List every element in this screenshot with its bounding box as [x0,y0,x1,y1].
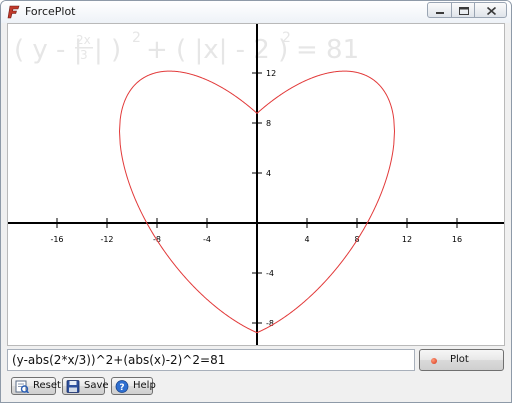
formula-equals-part: = 81 [296,35,359,65]
expression-input[interactable] [7,349,415,371]
x-tick-label: -12 [100,235,113,244]
help-button-label: Help [133,380,156,391]
formula-watermark: ( y - | 2x 3 | ) 2 + ( |x| - 2 ) 2 = 81 [14,30,359,65]
forceplot-app-icon [7,5,20,19]
plot-canvas[interactable]: ( y - | 2x 3 | ) 2 + ( |x| - 2 ) 2 = 81 … [7,23,505,346]
formula-square-1: 2 [132,30,141,46]
x-tick-label: -4 [203,235,211,244]
save-button[interactable]: Save [62,377,109,395]
y-tick-label: -4 [266,269,274,278]
maximize-button[interactable] [451,2,475,18]
y-tick-label: 8 [266,119,271,128]
plot-button[interactable]: Plot [419,349,504,371]
x-tick-label: 4 [304,235,309,244]
title-bar[interactable]: ForcePlot [1,1,511,23]
reset-icon [15,380,29,393]
y-tick-label: 4 [266,169,271,178]
maximize-icon [459,7,469,15]
formula-plus-part: + ( |x| - 2 ) [146,35,288,65]
formula-y-part: ( y - | [14,35,82,65]
app-window: ForcePlot ( y - | 2x 3 |) 2 + (|x| - 2… [0,0,512,403]
minimize-icon [436,12,444,14]
reset-button[interactable]: Reset [11,377,61,395]
minimize-button[interactable] [427,2,452,18]
close-button[interactable] [474,2,507,18]
window-title: ForcePlot [25,5,76,18]
plot-button-label: Plot [450,354,469,365]
reset-button-label: Reset [33,380,61,391]
floppy-disk-icon [66,380,80,393]
formula-frac-num: 2x [76,33,91,47]
svg-text:?: ? [119,383,124,393]
formula-square-2: 2 [282,30,291,46]
help-icon: ? [115,380,129,393]
help-button[interactable]: ? Help [111,377,156,395]
save-button-label: Save [84,380,109,391]
formula-frac-den: 3 [80,48,88,62]
plot-indicator-icon [431,358,437,364]
x-tick-label: -16 [50,235,63,244]
formula-after-frac: | ) [94,35,121,65]
close-icon [486,6,497,16]
y-tick-label: 12 [266,69,276,78]
x-tick-label: 16 [452,235,462,244]
x-tick-label: 12 [402,235,412,244]
